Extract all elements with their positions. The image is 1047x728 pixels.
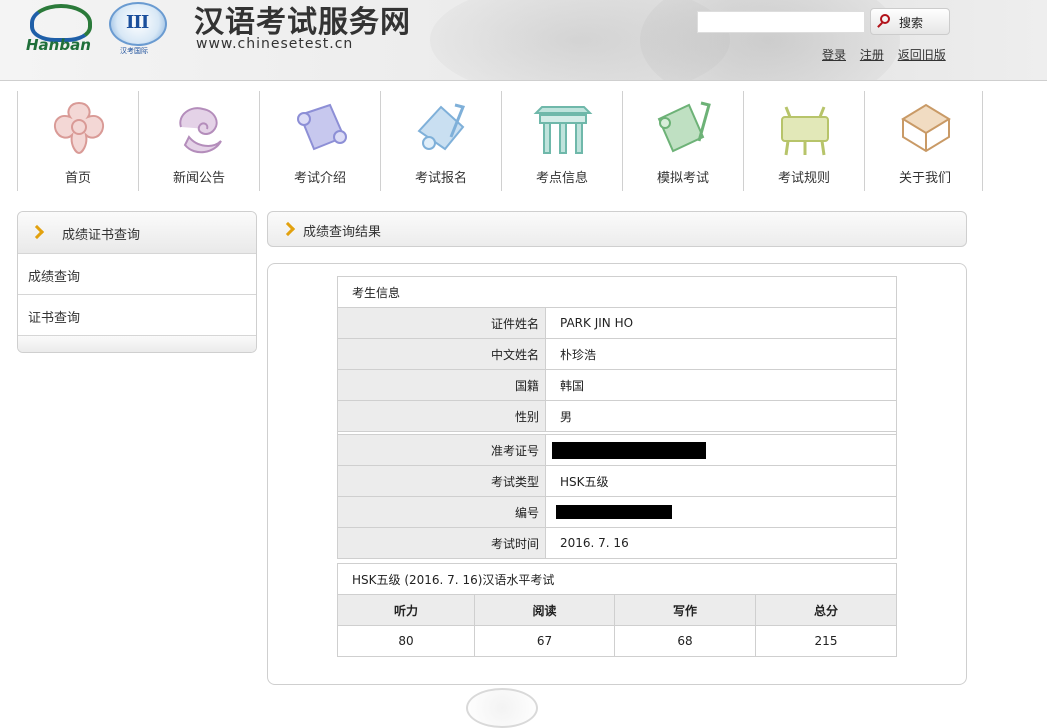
table-row: 国籍 韩国 [337,369,897,401]
table-row: 性别 男 [337,400,897,432]
hanban-logo[interactable]: Hanban [26,2,96,56]
news-cloud-icon [179,107,222,154]
reading-score: 67 [474,625,615,657]
nav-item-exam-intro[interactable]: 考试介绍 [259,91,380,191]
score-header-row: 听力 阅读 写作 总分 [337,594,897,626]
field-label: 国籍 [337,369,546,401]
nav-divider [982,91,983,191]
registration-scroll-icon [417,103,466,151]
nav-label: 首页 [64,171,91,186]
sidebar-footer [18,336,256,352]
nav-label: 新闻公告 [172,171,225,186]
total-score: 215 [755,625,897,657]
nav-label: 考试介绍 [293,171,346,186]
register-link[interactable]: 注册 [860,48,884,62]
sidebar-item-label: 证书查询 [28,311,81,326]
search-input[interactable] [697,11,865,33]
column-header: 写作 [614,594,756,626]
site-title: 汉语考试服务网 [194,5,411,40]
mock-exam-scroll-icon [657,101,711,153]
table-row: 编号 [337,496,897,528]
search-button-label: 搜索 [899,16,924,30]
field-value: 2016. 7. 16 [545,527,897,559]
nav-item-registration[interactable]: 考试报名 [380,91,501,191]
field-label: 中文姓名 [337,338,546,370]
field-value: 男 [545,400,897,432]
sidebar-title: 成绩证书查询 [62,228,141,243]
field-value: 朴珍浩 [545,338,897,370]
nav-item-news[interactable]: 新闻公告 [138,91,259,191]
listening-score: 80 [337,625,475,657]
writing-score: 68 [614,625,756,657]
score-table: HSK五级 (2016. 7. 16)汉语水平考试 听力 阅读 写作 总分 80… [337,563,897,657]
about-us-table-icon [901,103,951,153]
score-caption: HSK五级 (2016. 7. 16)汉语水平考试 [337,563,897,595]
nav-label: 模拟考试 [656,171,709,186]
login-link[interactable]: 登录 [822,48,846,62]
sidebar: 成绩证书查询 成绩查询 证书查询 [17,211,257,353]
field-label: 编号 [337,496,546,528]
rules-ding-icon [781,106,829,156]
nav-label: 考试规则 [777,171,830,186]
column-header: 听力 [337,594,475,626]
field-value: PARK JIN HO [545,307,897,339]
hanban-logo-text: Hanban [26,36,91,54]
site-url: www.chinesetest.cn [196,36,354,52]
table-caption-row: HSK五级 (2016. 7. 16)汉语水平考试 [337,563,897,595]
candidate-info-table: 考生信息 证件姓名 PARK JIN HO 中文姓名 朴珍浩 国籍 韩国 性别 … [337,276,897,559]
nav-label: 考试报名 [414,171,467,186]
field-label: 准考证号 [337,434,546,466]
table-row: 考试类型 HSK五级 [337,465,897,497]
field-value [545,496,897,528]
field-label: 性别 [337,400,546,432]
ctl-logo-caption: 汉考国际 [120,47,148,55]
chevron-right-icon [29,224,45,240]
field-label: 考试类型 [337,465,546,497]
table-row: 准考证号 [337,434,897,466]
nav-item-home[interactable]: 首页 [17,91,138,191]
result-header: 成绩查询结果 [267,211,967,247]
score-row: 80 67 68 215 [337,625,897,657]
column-header: 总分 [755,594,897,626]
ctl-emblem: III [126,12,149,33]
search-button[interactable]: 搜索 [870,8,950,35]
site-header: Hanban III 汉考国际 汉语考试服务网 www.chinesetest.… [0,0,1047,81]
table-row: 考试时间 2016. 7. 16 [337,527,897,559]
nav-item-about-us[interactable]: 关于我们 [864,91,985,191]
field-value: HSK五级 [545,465,897,497]
main-nav: 首页 新闻公告 考试介绍 考试报名 考点信息 模拟考试 考试规则 关于我们 [17,91,983,191]
chinese-testing-international-logo[interactable]: III 汉考国际 [103,2,173,56]
nav-item-exam-rules[interactable]: 考试规则 [743,91,864,191]
chevron-right-icon [280,221,296,237]
search-icon [880,14,890,24]
nav-label: 考点信息 [535,171,588,186]
nav-item-test-centers[interactable]: 考点信息 [501,91,622,191]
footer-seal-icon [466,688,538,728]
redacted-certificate-number [556,505,672,520]
sidebar-item-certificate-query[interactable]: 证书查询 [18,295,256,336]
field-label: 考试时间 [337,527,546,559]
exam-intro-scroll-icon [297,103,347,151]
field-value [545,434,897,466]
nav-item-mock-exam[interactable]: 模拟考试 [622,91,743,191]
sidebar-header: 成绩证书查询 [18,212,256,254]
account-links: 登录 注册 返回旧版 [822,46,956,63]
table-caption-row: 考生信息 [337,276,897,308]
nav-label: 关于我们 [898,171,951,186]
redacted-admission-number [552,441,706,459]
field-value: 韩国 [545,369,897,401]
table-row: 证件姓名 PARK JIN HO [337,307,897,339]
candidate-info-caption: 考生信息 [337,276,897,308]
column-header: 阅读 [474,594,615,626]
home-knot-icon [54,101,104,155]
sidebar-item-score-query[interactable]: 成绩查询 [18,254,256,295]
test-center-gate-icon [533,106,593,154]
field-label: 证件姓名 [337,307,546,339]
old-version-link[interactable]: 返回旧版 [898,48,946,62]
result-title: 成绩查询结果 [303,225,382,240]
sidebar-item-label: 成绩查询 [28,270,81,285]
table-row: 中文姓名 朴珍浩 [337,338,897,370]
